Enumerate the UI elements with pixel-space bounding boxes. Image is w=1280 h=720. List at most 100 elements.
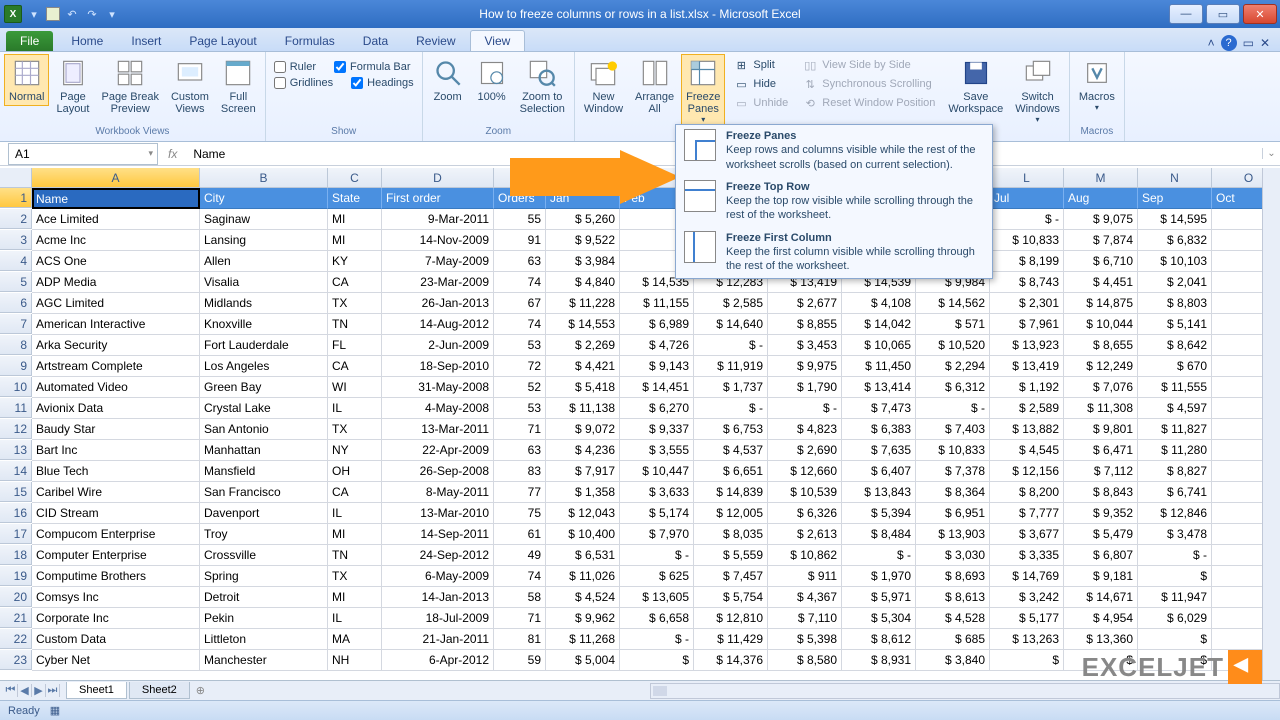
row-header[interactable]: 2 xyxy=(0,209,32,229)
data-cell[interactable]: $ 6,651 xyxy=(694,461,768,482)
data-cell[interactable]: Bart Inc xyxy=(32,440,200,461)
qat-menu-icon[interactable]: ▾ xyxy=(26,6,42,22)
data-cell[interactable]: 49 xyxy=(494,545,546,566)
data-cell[interactable]: $ 4,451 xyxy=(1064,272,1138,293)
row-header[interactable]: 6 xyxy=(0,293,32,313)
minimize-ribbon-icon[interactable]: ˄ xyxy=(1208,36,1215,50)
data-cell[interactable]: CA xyxy=(328,272,382,293)
data-cell[interactable]: $ 911 xyxy=(768,566,842,587)
undo-icon[interactable]: ↶ xyxy=(64,6,80,22)
data-cell[interactable]: $ 1,790 xyxy=(768,377,842,398)
header-cell[interactable]: First order xyxy=(382,188,494,209)
data-cell[interactable]: $ 6,741 xyxy=(1138,482,1212,503)
row-header[interactable]: 12 xyxy=(0,419,32,439)
data-cell[interactable]: $ 8,803 xyxy=(1138,293,1212,314)
data-cell[interactable]: Midlands xyxy=(200,293,328,314)
data-cell[interactable]: Manchester xyxy=(200,650,328,671)
data-cell[interactable]: $ xyxy=(1138,566,1212,587)
row-header[interactable]: 23 xyxy=(0,650,32,670)
data-cell[interactable]: $ 9,962 xyxy=(546,608,620,629)
data-cell[interactable]: Acme Inc xyxy=(32,230,200,251)
data-cell[interactable]: American Interactive xyxy=(32,314,200,335)
data-cell[interactable]: $ 10,833 xyxy=(990,230,1064,251)
data-cell[interactable]: NY xyxy=(328,440,382,461)
data-cell[interactable]: 61 xyxy=(494,524,546,545)
row-header[interactable]: 3 xyxy=(0,230,32,250)
data-cell[interactable]: Davenport xyxy=(200,503,328,524)
data-cell[interactable]: $ 3,984 xyxy=(546,251,620,272)
data-cell[interactable]: $ - xyxy=(842,545,916,566)
data-cell[interactable]: $ 11,155 xyxy=(620,293,694,314)
data-cell[interactable]: $ xyxy=(1138,629,1212,650)
data-cell[interactable]: $ 5,398 xyxy=(768,629,842,650)
data-cell[interactable]: $ 13,923 xyxy=(990,335,1064,356)
data-cell[interactable]: 72 xyxy=(494,356,546,377)
data-cell[interactable]: $ 6,710 xyxy=(1064,251,1138,272)
data-cell[interactable]: Compucom Enterprise xyxy=(32,524,200,545)
data-cell[interactable]: $ 10,065 xyxy=(842,335,916,356)
data-cell[interactable]: TN xyxy=(328,545,382,566)
data-cell[interactable]: $ 13,882 xyxy=(990,419,1064,440)
row-header[interactable]: 8 xyxy=(0,335,32,355)
data-cell[interactable]: $ 5,394 xyxy=(842,503,916,524)
header-cell[interactable]: Jul xyxy=(990,188,1064,209)
data-cell[interactable]: $ 8,613 xyxy=(916,587,990,608)
data-cell[interactable]: Ace Limited xyxy=(32,209,200,230)
data-cell[interactable]: 83 xyxy=(494,461,546,482)
data-cell[interactable]: $ 14,839 xyxy=(694,482,768,503)
data-cell[interactable]: $ 11,827 xyxy=(1138,419,1212,440)
vertical-scrollbar[interactable] xyxy=(1262,168,1280,680)
data-cell[interactable]: Allen xyxy=(200,251,328,272)
page-break-preview-button[interactable]: Page Break Preview xyxy=(96,54,163,118)
data-cell[interactable]: MA xyxy=(328,629,382,650)
data-cell[interactable]: 21-Jan-2011 xyxy=(382,629,494,650)
data-cell[interactable]: $ 6,383 xyxy=(842,419,916,440)
sync-scrolling-button[interactable]: ⇅Synchronous Scrolling xyxy=(796,75,941,93)
data-cell[interactable]: $ 625 xyxy=(620,566,694,587)
data-cell[interactable]: $ 5,177 xyxy=(990,608,1064,629)
data-cell[interactable]: Lansing xyxy=(200,230,328,251)
data-cell[interactable]: $ 4,726 xyxy=(620,335,694,356)
row-header[interactable]: 14 xyxy=(0,461,32,481)
data-cell[interactable]: $ 12,043 xyxy=(546,503,620,524)
data-cell[interactable]: $ 13,843 xyxy=(842,482,916,503)
data-cell[interactable]: 75 xyxy=(494,503,546,524)
data-cell[interactable]: 26-Jan-2013 xyxy=(382,293,494,314)
data-cell[interactable]: $ 5,260 xyxy=(546,209,620,230)
data-cell[interactable]: Knoxville xyxy=(200,314,328,335)
data-cell[interactable]: $ 9,352 xyxy=(1064,503,1138,524)
column-header[interactable]: N xyxy=(1138,168,1212,188)
row-header[interactable]: 4 xyxy=(0,251,32,271)
data-cell[interactable]: 18-Sep-2010 xyxy=(382,356,494,377)
data-cell[interactable]: Manhattan xyxy=(200,440,328,461)
row-header[interactable]: 13 xyxy=(0,440,32,460)
zoom-button[interactable]: Zoom xyxy=(427,54,469,106)
tab-page-layout[interactable]: Page Layout xyxy=(175,31,270,51)
hide-button[interactable]: ▭Hide xyxy=(727,75,794,93)
data-cell[interactable]: Caribel Wire xyxy=(32,482,200,503)
help-icon[interactable]: ? xyxy=(1221,35,1237,51)
data-cell[interactable]: $ 14,042 xyxy=(842,314,916,335)
fx-icon[interactable]: fx xyxy=(158,147,187,161)
data-cell[interactable]: $ 11,138 xyxy=(546,398,620,419)
data-cell[interactable]: $ 1,358 xyxy=(546,482,620,503)
data-cell[interactable]: $ 7,917 xyxy=(546,461,620,482)
data-cell[interactable]: $ 6,989 xyxy=(620,314,694,335)
data-cell[interactable]: $ 13,903 xyxy=(916,524,990,545)
data-cell[interactable]: $ 9,143 xyxy=(620,356,694,377)
data-cell[interactable]: $ 4,537 xyxy=(694,440,768,461)
data-cell[interactable]: $ 8,580 xyxy=(768,650,842,671)
data-cell[interactable]: $ 10,539 xyxy=(768,482,842,503)
save-icon[interactable] xyxy=(46,7,60,21)
tab-formulas[interactable]: Formulas xyxy=(271,31,349,51)
data-cell[interactable]: $ 11,280 xyxy=(1138,440,1212,461)
data-cell[interactable]: $ 12,810 xyxy=(694,608,768,629)
data-cell[interactable]: AGC Limited xyxy=(32,293,200,314)
data-cell[interactable]: $ 14,562 xyxy=(916,293,990,314)
data-cell[interactable]: 53 xyxy=(494,398,546,419)
data-cell[interactable]: 13-Mar-2011 xyxy=(382,419,494,440)
data-cell[interactable]: 91 xyxy=(494,230,546,251)
qat-customize-icon[interactable]: ▾ xyxy=(104,6,120,22)
data-cell[interactable]: $ 12,156 xyxy=(990,461,1064,482)
restore-window-icon[interactable]: ▭ xyxy=(1243,36,1254,50)
